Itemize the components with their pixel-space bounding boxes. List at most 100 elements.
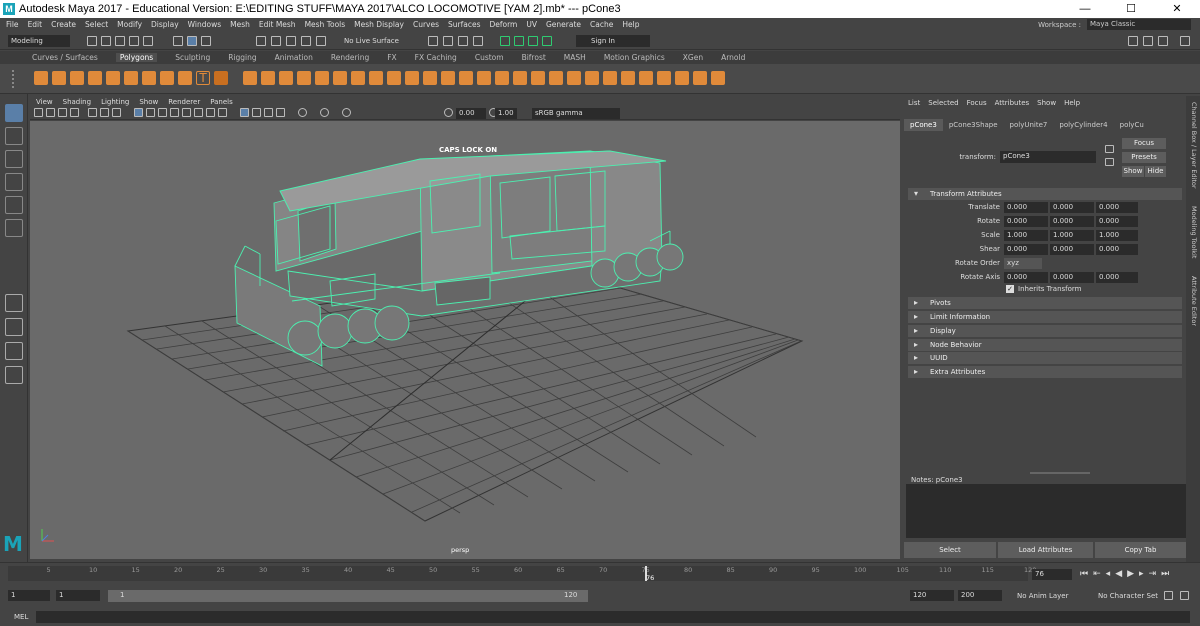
shelf-tab-custom[interactable]: Custom [475, 53, 504, 62]
ae-tab-polycu[interactable]: polyCu [1114, 119, 1150, 131]
ae-menu-show[interactable]: Show [1037, 99, 1056, 107]
triangulate-icon[interactable] [621, 71, 635, 85]
exposure-control-icon[interactable] [444, 108, 453, 117]
menu-select[interactable]: Select [85, 20, 108, 29]
shelf-tab-bifrost[interactable]: Bifrost [522, 53, 546, 62]
shear-z-field[interactable]: 0.000 [1096, 244, 1138, 255]
step-back-key-icon[interactable]: ⇤ [1093, 569, 1106, 579]
current-frame-field[interactable]: 76 [1032, 569, 1072, 580]
mel-command-input[interactable] [36, 611, 1190, 623]
combine-icon[interactable] [243, 71, 257, 85]
bookmark-icon[interactable] [58, 108, 67, 117]
side-tab-channel-box[interactable]: Channel Box / Layer Editor [1190, 102, 1198, 189]
menu-create[interactable]: Create [51, 20, 76, 29]
range-bar[interactable]: 1 120 [108, 590, 588, 602]
render-view-icon[interactable] [428, 36, 438, 46]
shelf-tab-polygons[interactable]: Polygons [115, 53, 158, 62]
exposure-icon[interactable] [298, 108, 307, 117]
menu-surfaces[interactable]: Surfaces [448, 20, 480, 29]
render-frame-icon[interactable] [443, 36, 453, 46]
node-behavior-section[interactable]: Node Behavior [908, 339, 1182, 351]
poly-cube-icon[interactable] [52, 71, 66, 85]
insert-edge-loop-icon[interactable] [567, 71, 581, 85]
play-forward-icon[interactable]: ▶ [1127, 569, 1139, 579]
film-gate-icon[interactable] [100, 108, 109, 117]
modeling-toolkit-icon[interactable] [514, 36, 524, 46]
shelf-tab-animation[interactable]: Animation [275, 53, 313, 62]
menu-help[interactable]: Help [622, 20, 639, 29]
outliner-icon[interactable] [5, 366, 23, 384]
menu-generate[interactable]: Generate [546, 20, 581, 29]
color-space-select[interactable]: sRGB gamma [532, 108, 620, 119]
ae-tab-polyunite7[interactable]: polyUnite7 [1004, 119, 1054, 131]
start-time-field[interactable]: 1 [8, 590, 50, 601]
shelf-tab-curves-surfaces[interactable]: Curves / Surfaces [32, 53, 98, 62]
shelf-tab-rigging[interactable]: Rigging [228, 53, 256, 62]
svg-icon[interactable] [214, 71, 228, 85]
select-object-icon[interactable] [187, 36, 197, 46]
live-surface-field[interactable]: No Live Surface [341, 35, 407, 47]
wireframe-on-shaded-icon[interactable] [158, 108, 167, 117]
translate-y-field[interactable]: 0.000 [1050, 202, 1094, 213]
preferences-icon[interactable] [1180, 591, 1189, 600]
ae-menu-selected[interactable]: Selected [928, 99, 958, 107]
maximize-button[interactable]: ☐ [1108, 0, 1154, 18]
quad-draw-icon[interactable] [423, 71, 437, 85]
menu-edit-mesh[interactable]: Edit Mesh [259, 20, 296, 29]
mode-select[interactable]: Modeling [8, 35, 70, 47]
select-component-icon[interactable] [201, 36, 211, 46]
translate-z-field[interactable]: 0.000 [1096, 202, 1138, 213]
reduce-icon[interactable] [657, 71, 671, 85]
vp-menu-shading[interactable]: Shading [63, 98, 91, 106]
ae-menu-help[interactable]: Help [1064, 99, 1080, 107]
ae-tab-pcone3shape[interactable]: pCone3Shape [943, 119, 1004, 131]
menu-windows[interactable]: Windows [188, 20, 221, 29]
snap-view-icon[interactable] [301, 36, 311, 46]
image-plane-icon[interactable] [70, 108, 79, 117]
sign-in-button[interactable]: Sign In [576, 35, 650, 47]
rotate-x-field[interactable]: 0.000 [1004, 216, 1048, 227]
use-lights-icon[interactable] [182, 108, 191, 117]
inherits-transform-checkbox[interactable]: ✓ [1006, 285, 1014, 293]
poly-plane-icon[interactable] [124, 71, 138, 85]
extrude-icon[interactable] [441, 71, 455, 85]
resolution-gate-icon[interactable] [112, 108, 121, 117]
separate-icon[interactable] [261, 71, 275, 85]
multi-cut-icon[interactable] [369, 71, 383, 85]
layout-quad-icon[interactable] [1143, 36, 1153, 46]
save-scene-icon[interactable] [115, 36, 125, 46]
isolate-select-icon[interactable] [240, 108, 249, 117]
uuid-section[interactable]: UUID [908, 352, 1182, 364]
poke-icon[interactable] [585, 71, 599, 85]
poly-pyramid-icon[interactable] [178, 71, 192, 85]
automatic-mapping-icon[interactable] [675, 71, 689, 85]
copy-tab-button[interactable]: Copy Tab [1095, 542, 1186, 558]
step-back-frame-icon[interactable]: ◂ [1106, 569, 1116, 579]
lasso-tool-icon[interactable] [5, 127, 23, 145]
layout-single-icon[interactable] [1128, 36, 1138, 46]
snap-surface-icon[interactable] [316, 36, 326, 46]
layout-two-icon[interactable] [1158, 36, 1168, 46]
menu-display[interactable]: Display [151, 20, 179, 29]
step-forward-frame-icon[interactable]: ▸ [1139, 569, 1149, 579]
persp-outliner-layout-icon[interactable] [5, 342, 23, 360]
target-weld-icon[interactable] [387, 71, 401, 85]
shelf-tab-fx[interactable]: FX [387, 53, 396, 62]
textured-icon[interactable] [170, 108, 179, 117]
poly-torus-icon[interactable] [106, 71, 120, 85]
shadows-icon[interactable] [194, 108, 203, 117]
anim-layer-select[interactable]: No Anim Layer [1017, 592, 1068, 600]
end-time-field[interactable]: 200 [958, 590, 1002, 601]
shelf-tab-mash[interactable]: MASH [564, 53, 586, 62]
bridge-icon[interactable] [459, 71, 473, 85]
hud-icon[interactable] [342, 108, 351, 117]
menu-uv[interactable]: UV [526, 20, 537, 29]
notes-textarea[interactable] [906, 484, 1186, 538]
snap-grid-icon[interactable] [256, 36, 266, 46]
fill-hole-icon[interactable] [495, 71, 509, 85]
shelf-tab-fx-caching[interactable]: FX Caching [415, 53, 457, 62]
presets-button[interactable]: Presets [1122, 152, 1166, 163]
time-slider[interactable]: 5101520253035404550556065707580859095100… [0, 562, 1200, 584]
move-tool-icon[interactable] [5, 173, 23, 191]
gamma-field[interactable]: 1.00 [495, 108, 517, 119]
